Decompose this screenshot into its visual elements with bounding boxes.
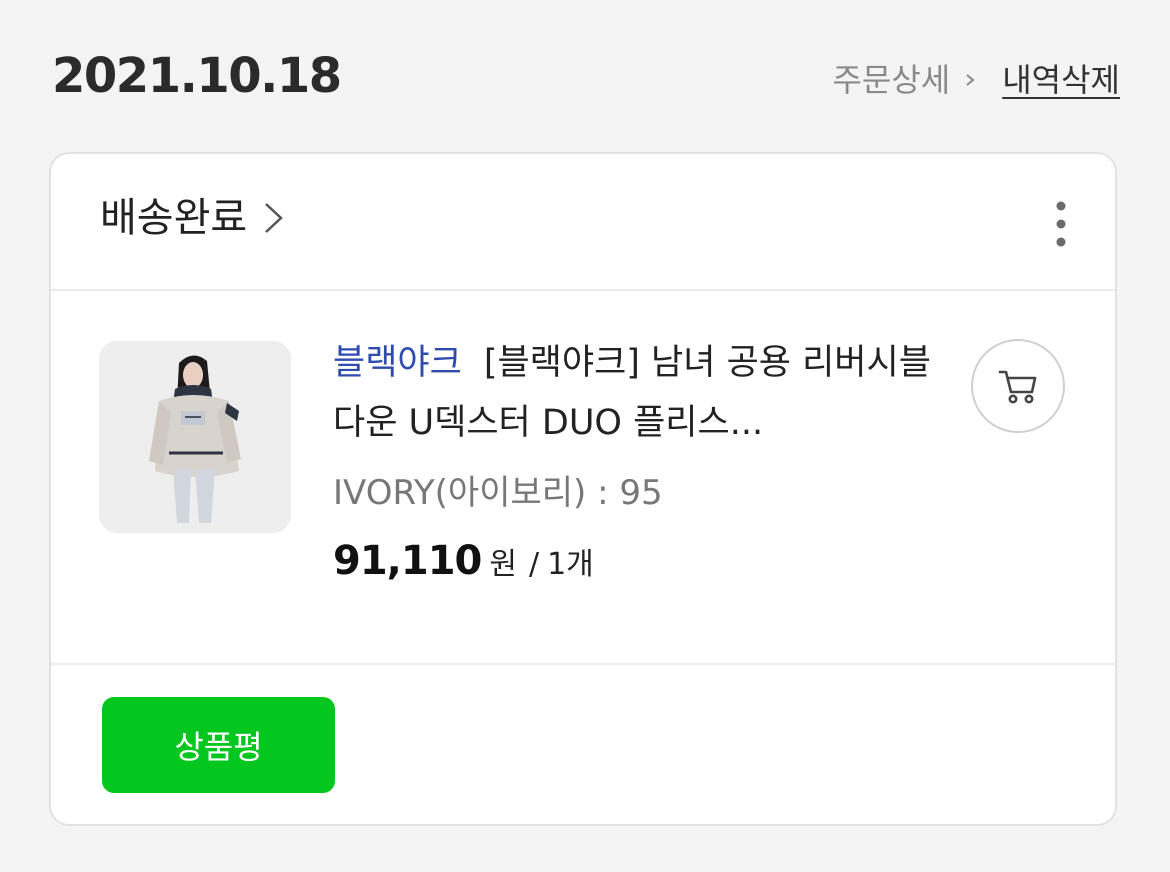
order-actions: 상품평 [51,665,1115,824]
write-review-button[interactable]: 상품평 [102,697,335,793]
more-vertical-icon [1056,201,1066,247]
product-title-link[interactable]: 블랙야크 [블랙야크] 남녀 공용 리버시블 다운 U덱스터 DUO 플리스... [333,333,943,453]
product-option: IVORY(아이보리) : 95 [333,473,663,513]
more-options-button[interactable] [1043,194,1079,254]
chevron-right-icon [966,74,975,86]
add-to-cart-button[interactable] [971,339,1065,433]
price-unit: 원 [489,547,517,582]
delivery-status-row: 배송완료 [51,154,1115,291]
product-price: 91,110 원 / 1개 [333,531,943,595]
order-card: 배송완료 블랙야크 [블랙야크] 남녀 공용 리버시블 다운 U덱스터 DUO … [49,152,1117,826]
brand-name: 블랙야크 [333,343,462,383]
delivery-status-label: 배송완료 [100,195,248,241]
product-thumbnail[interactable] [99,341,291,533]
order-header: 2021.10.18 주문상세 내역삭제 [52,40,1120,120]
order-header-links: 주문상세 내역삭제 [832,58,1120,102]
order-detail-label: 주문상세 [832,61,951,99]
price-separator: / [528,547,540,582]
quantity: 1개 [547,547,594,582]
product-info: 블랙야크 [블랙야크] 남녀 공용 리버시블 다운 U덱스터 DUO 플리스...… [333,333,943,595]
cart-icon [998,370,1037,404]
delivery-status-link[interactable]: 배송완료 [100,190,285,246]
order-detail-link[interactable]: 주문상세 [832,58,1002,102]
price-amount: 91,110 [333,538,482,584]
product-item: 블랙야크 [블랙야크] 남녀 공용 리버시블 다운 U덱스터 DUO 플리스...… [51,291,1115,665]
chevron-right-icon [265,203,284,233]
product-photo [99,341,291,533]
delete-history-link[interactable]: 내역삭제 [1002,58,1120,102]
order-date: 2021.10.18 [52,48,342,104]
